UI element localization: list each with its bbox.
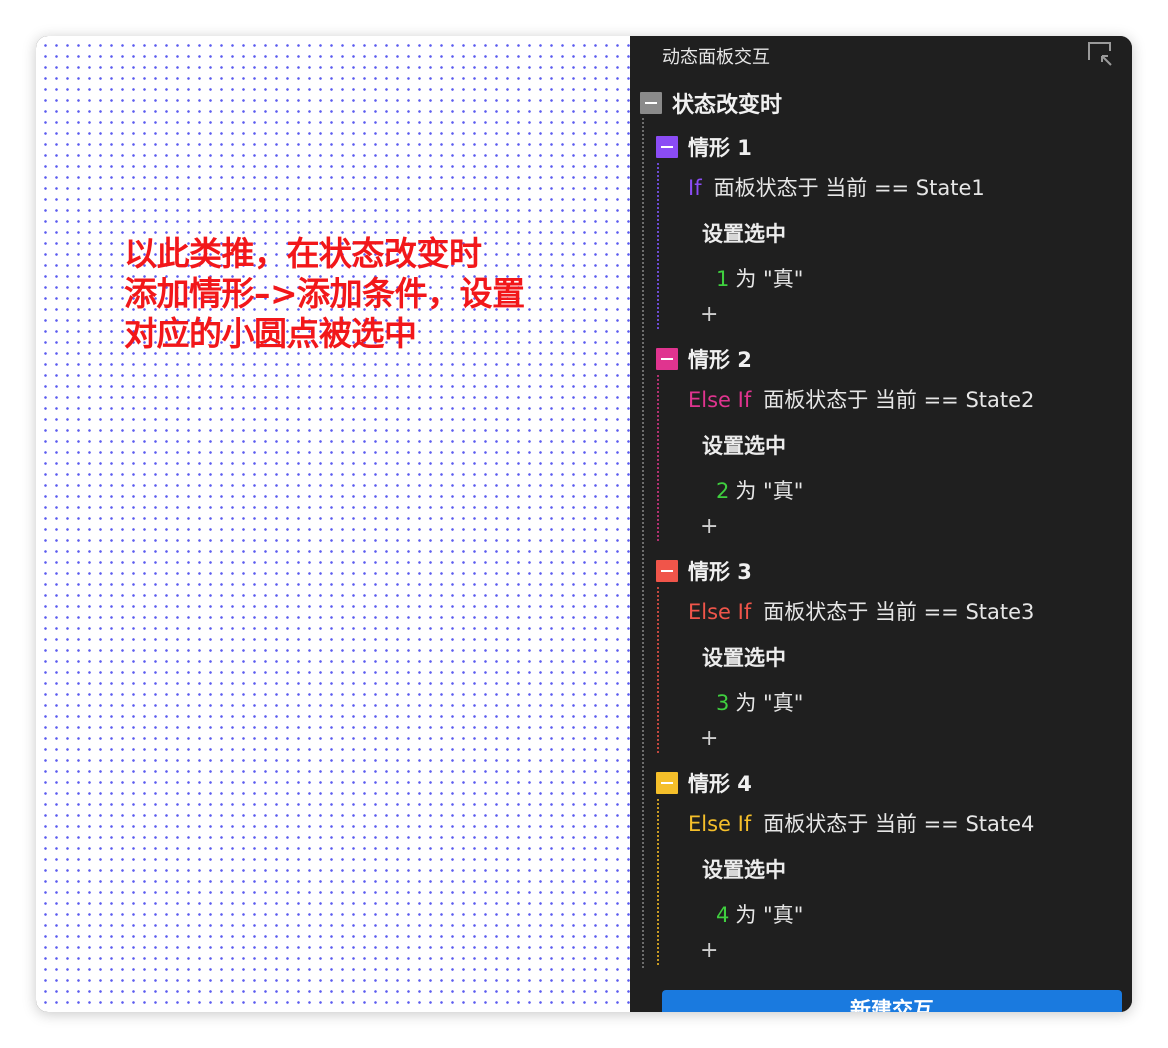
event-state-changed[interactable]: 状态改变时 [640, 90, 783, 118]
case-4-tree-line [657, 799, 659, 965]
case-2-collapse-toggle[interactable] [656, 348, 678, 370]
case-4-target[interactable]: 4为 "真" [716, 899, 803, 929]
case-2-add-action-button[interactable]: + [700, 515, 718, 539]
case-4-target-num: 4 [716, 903, 730, 927]
case-4-target-value: 为 "真" [735, 903, 804, 927]
case-1-tree-line [657, 163, 659, 329]
collapse-panel-icon[interactable] [1086, 40, 1114, 68]
annotation-text: 以此类推，在状态改变时 添加情形–>添加条件，设置 对应的小圆点被选中 [124, 234, 525, 353]
case-1-action[interactable]: 设置选中 [702, 218, 786, 248]
interaction-panel: 动态面板交互 状态改变时 情形 1 If 面板状态于 当前 == State1 设… [630, 36, 1132, 1012]
case-4-collapse-toggle[interactable] [656, 772, 678, 794]
new-interaction-button[interactable]: 新建交互 [662, 990, 1122, 1012]
case-1-header[interactable]: 情形 1 [656, 135, 752, 160]
case-3-tree-line [657, 587, 659, 753]
design-canvas[interactable]: 以此类推，在状态改变时 添加情形–>添加条件，设置 对应的小圆点被选中 [36, 36, 630, 1012]
case-2-tree-line [657, 375, 659, 541]
case-1-condition[interactable]: If 面板状态于 当前 == State1 [688, 172, 985, 202]
case-1-keyword: If [688, 176, 702, 200]
case-2-condition-text: 面板状态于 当前 == State2 [763, 388, 1035, 412]
case-3-action[interactable]: 设置选中 [702, 642, 786, 672]
case-1-collapse-toggle[interactable] [656, 136, 678, 158]
case-1-condition-text: 面板状态于 当前 == State1 [713, 176, 985, 200]
case-1-target-num: 1 [716, 267, 730, 291]
case-4-header[interactable]: 情形 4 [656, 771, 752, 796]
case-3-header[interactable]: 情形 3 [656, 559, 752, 584]
panel-title: 动态面板交互 [662, 47, 770, 68]
case-4-label: 情形 4 [688, 772, 752, 796]
case-3-target[interactable]: 3为 "真" [716, 687, 803, 717]
case-3-target-value: 为 "真" [735, 691, 804, 715]
case-4-keyword: Else If [688, 812, 752, 836]
case-2-label: 情形 2 [688, 348, 752, 372]
case-2-action[interactable]: 设置选中 [702, 430, 786, 460]
case-2-target[interactable]: 2为 "真" [716, 475, 803, 505]
case-4-add-action-button[interactable]: + [700, 939, 718, 963]
case-3-collapse-toggle[interactable] [656, 560, 678, 582]
event-tree-line [642, 118, 644, 968]
case-4-condition[interactable]: Else If 面板状态于 当前 == State4 [688, 808, 1034, 838]
case-4-condition-text: 面板状态于 当前 == State4 [763, 812, 1035, 836]
case-4-action[interactable]: 设置选中 [702, 854, 786, 884]
event-collapse-toggle[interactable] [640, 92, 662, 114]
case-3-label: 情形 3 [688, 560, 752, 584]
app-window: 以此类推，在状态改变时 添加情形–>添加条件，设置 对应的小圆点被选中 动态面板… [36, 36, 1132, 1012]
case-2-condition[interactable]: Else If 面板状态于 当前 == State2 [688, 384, 1034, 414]
case-1-label: 情形 1 [688, 136, 752, 160]
case-3-condition-text: 面板状态于 当前 == State3 [763, 600, 1035, 624]
case-3-condition[interactable]: Else If 面板状态于 当前 == State3 [688, 596, 1034, 626]
case-2-target-num: 2 [716, 479, 730, 503]
event-label: 状态改变时 [672, 93, 783, 118]
case-2-keyword: Else If [688, 388, 752, 412]
case-1-add-action-button[interactable]: + [700, 303, 718, 327]
case-2-target-value: 为 "真" [735, 479, 804, 503]
case-2-header[interactable]: 情形 2 [656, 347, 752, 372]
case-3-target-num: 3 [716, 691, 730, 715]
case-1-target-value: 为 "真" [735, 267, 804, 291]
case-1-target[interactable]: 1为 "真" [716, 263, 803, 293]
case-3-add-action-button[interactable]: + [700, 727, 718, 751]
case-3-keyword: Else If [688, 600, 752, 624]
